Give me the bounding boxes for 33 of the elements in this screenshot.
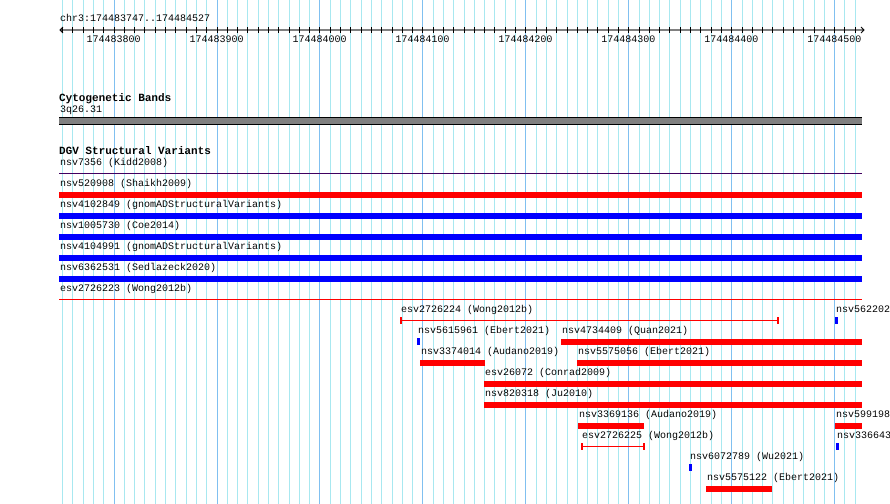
variant-label: nsv4734409 (Quan2021) (562, 326, 688, 338)
location-label: chr3:174483747..174484527 (60, 14, 212, 26)
variant-label: nsv6362531 (Sedlazeck2020) (60, 263, 216, 275)
tick-label: 174484500 (806, 35, 862, 47)
variant-label: nsv562202 (836, 305, 890, 317)
variant-label: esv2726224 (Wong2012b) (401, 305, 534, 317)
variant-label: nsv520908 (Shaikh2009) (60, 179, 192, 191)
tick-label: 174484200 (497, 35, 554, 47)
variant-label: esv2726225 (Wong2012b) (582, 431, 714, 443)
variant-label: nsv5575122 (Ebert2021) (707, 473, 840, 485)
band-label: 3q26.31 (60, 105, 104, 117)
variant-label: nsv820318 (Ju2010) (485, 389, 594, 401)
variant-label: nsv6072789 (Wu2021) (690, 452, 804, 464)
variant-label: nsv599198 (836, 410, 890, 422)
tick-label: 174484100 (394, 35, 450, 47)
variant-label: nsv336643 (837, 431, 890, 443)
tick-label: 174484300 (600, 35, 656, 47)
track-title: DGV Structural Variants (59, 146, 212, 158)
tick-label: 174483800 (86, 35, 142, 47)
variant-label: nsv1005730 (Coe2014) (60, 221, 180, 233)
variant-label: nsv5615961 (Ebert2021) (418, 326, 550, 338)
track-title: Cytogenetic Bands (59, 93, 172, 105)
variant-label: nsv5575056 (Ebert2021) (578, 347, 710, 359)
variant-label: esv2726223 (Wong2012b) (60, 284, 192, 296)
variant-label: nsv4104991 (gnomADStructuralVariants) (60, 242, 282, 254)
variant-label: nsv7356 (Kidd2008) (60, 158, 168, 170)
variant-label: nsv3374014 (Audano2019) (421, 347, 560, 359)
tick-label: 174484400 (703, 35, 760, 47)
variant-label: nsv4102849 (gnomADStructuralVariants) (60, 200, 282, 212)
variant-label: esv26072 (Conrad2009) (485, 368, 612, 380)
tick-label: 174483900 (188, 35, 244, 47)
variant-label: nsv3369136 (Audano2019) (579, 410, 718, 422)
tick-label: 174484000 (291, 35, 348, 47)
